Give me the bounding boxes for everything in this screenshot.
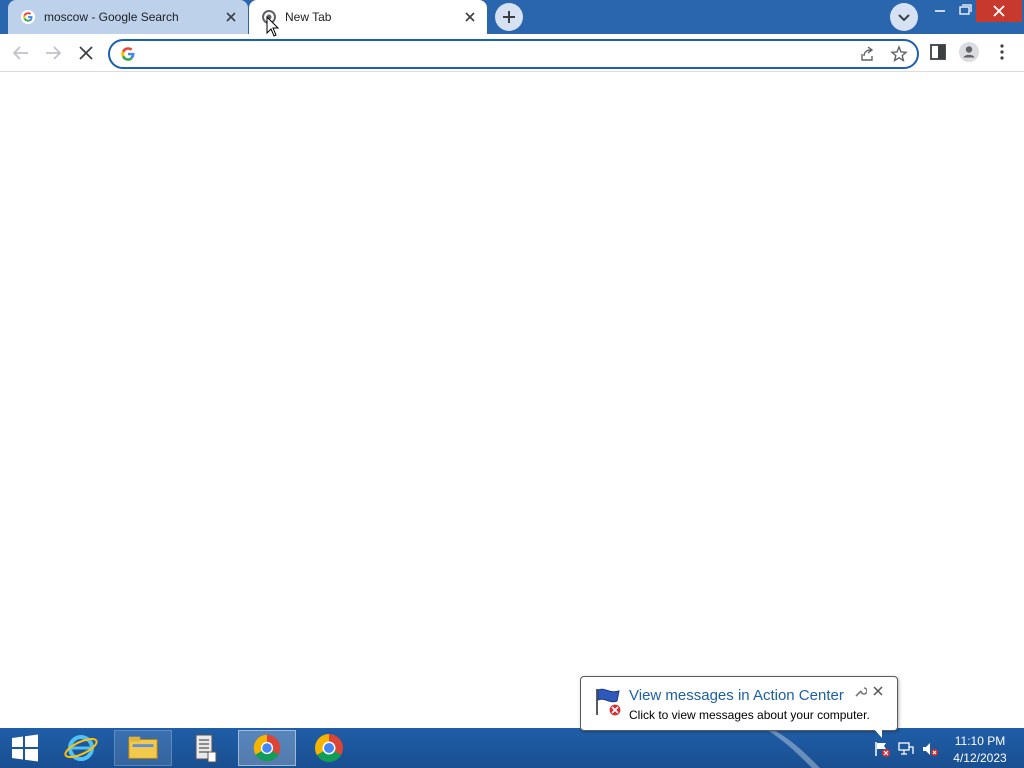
file-explorer-icon[interactable]	[114, 730, 172, 766]
volume-muted-icon[interactable]	[921, 740, 939, 758]
stop-x-icon[interactable]	[75, 42, 97, 64]
tab-moscow-google-search[interactable]: moscow - Google Search	[8, 0, 248, 34]
minimize-button[interactable]	[926, 0, 954, 22]
mouse-cursor-icon	[266, 16, 280, 37]
tab-title: moscow - Google Search	[44, 10, 179, 24]
wrench-icon[interactable]	[853, 685, 867, 699]
start-button[interactable]	[10, 734, 40, 762]
window-close-button[interactable]	[976, 0, 1022, 22]
address-bar[interactable]	[108, 39, 919, 69]
action-center-flag-icon[interactable]	[873, 740, 891, 758]
bookmark-star-icon[interactable]	[890, 45, 908, 63]
back-arrow-icon[interactable]	[10, 42, 32, 64]
close-icon[interactable]	[871, 684, 885, 698]
address-input[interactable]	[140, 43, 844, 67]
tab-close-icon[interactable]	[222, 8, 240, 26]
clock-time[interactable]: 11:10 PM	[950, 734, 1010, 748]
tab-close-icon[interactable]	[461, 8, 479, 26]
new-tab-button[interactable]	[495, 3, 523, 31]
action-center-flag-icon	[596, 688, 622, 717]
google-g-icon	[121, 47, 135, 61]
profile-icon[interactable]	[958, 41, 980, 63]
tab-search-button[interactable]	[890, 3, 918, 31]
share-icon[interactable]	[858, 45, 876, 63]
google-g-icon	[21, 10, 35, 24]
notification-tail	[873, 728, 882, 738]
server-manager-icon[interactable]	[176, 730, 234, 766]
action-center-notification[interactable]: View messages in Action Center Click to …	[580, 676, 898, 731]
side-panel-icon[interactable]	[927, 41, 949, 63]
tab-new-tab[interactable]: New Tab	[249, 0, 487, 34]
chrome-icon[interactable]	[238, 730, 296, 766]
internet-explorer-icon[interactable]	[52, 730, 110, 766]
taskbar-decoration	[764, 728, 820, 768]
notification-title[interactable]: View messages in Action Center	[629, 687, 844, 704]
tab-title: New Tab	[285, 10, 332, 24]
clock-date[interactable]: 4/12/2023	[950, 751, 1010, 765]
menu-kebab-icon[interactable]	[991, 41, 1013, 63]
page-content	[0, 72, 1024, 728]
notification-body: Click to view messages about your comput…	[629, 708, 870, 722]
chrome-icon[interactable]	[300, 730, 358, 766]
restore-button[interactable]	[954, 0, 976, 22]
network-icon[interactable]	[897, 740, 915, 758]
forward-arrow-icon[interactable]	[42, 42, 64, 64]
